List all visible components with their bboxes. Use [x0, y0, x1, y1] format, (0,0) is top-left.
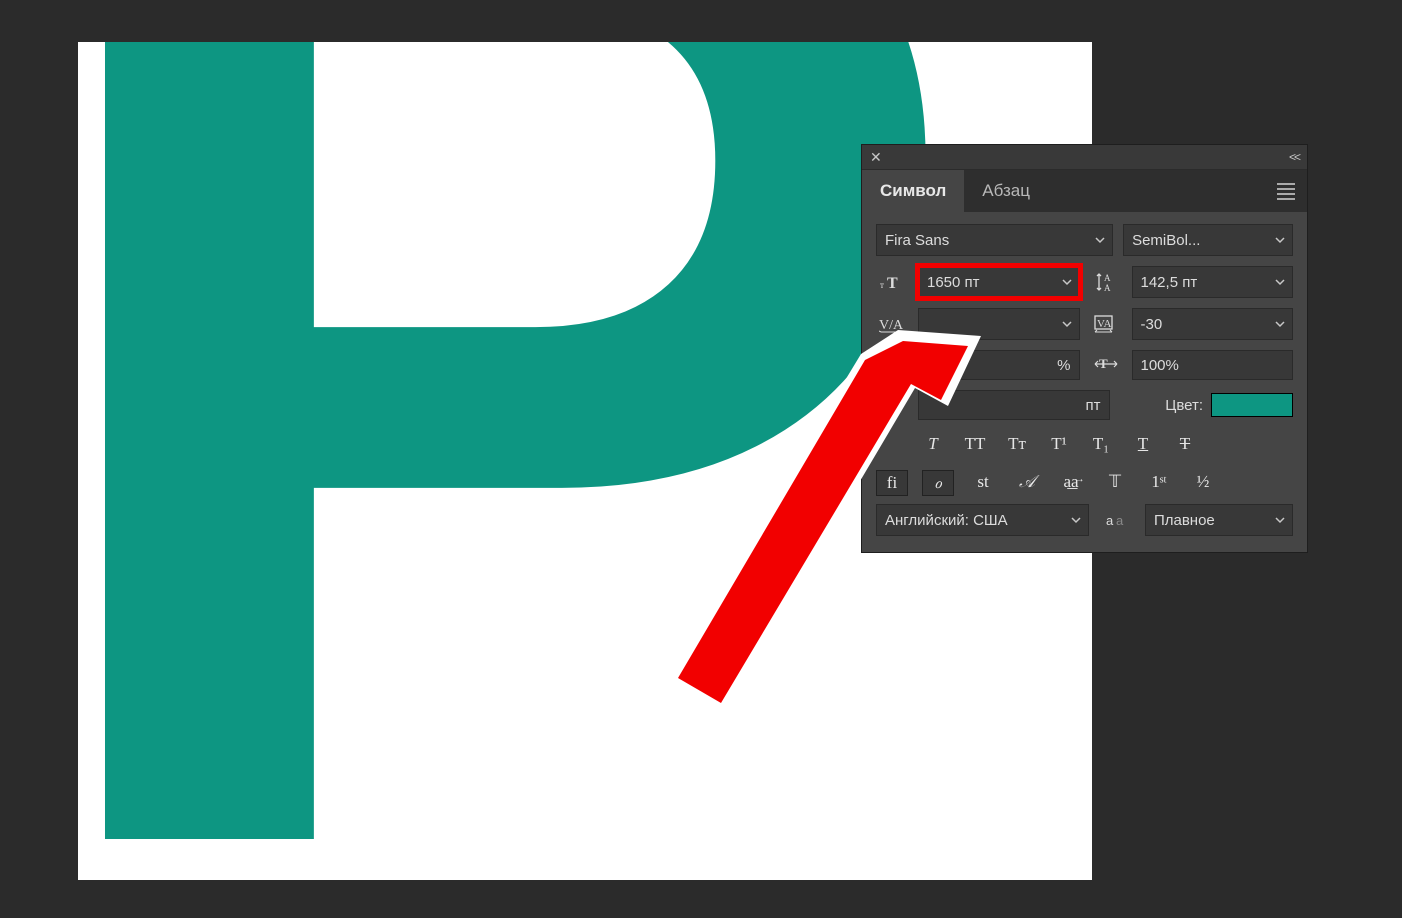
fractions-button[interactable]: ½: [1188, 470, 1218, 494]
chevron-down-icon[interactable]: [1268, 505, 1292, 535]
panel-body: Fira Sans SemiBol... тT 1650 пт AA 142,5…: [862, 212, 1307, 552]
chevron-down-icon[interactable]: [1055, 267, 1079, 297]
swash-button[interactable]: ℴ: [922, 470, 954, 496]
font-size-input[interactable]: 1650 пт: [918, 266, 1080, 298]
superscript-button[interactable]: T¹: [1044, 432, 1074, 456]
tab-character[interactable]: Символ: [862, 170, 964, 212]
subscript-button[interactable]: T₁: [1086, 432, 1116, 456]
svg-text:A: A: [1104, 283, 1111, 293]
titling-button[interactable]: 𝕋: [1100, 470, 1130, 494]
panel-header: ✕ <<: [862, 145, 1307, 170]
large-letter-p: P: [78, 42, 975, 880]
font-style-select[interactable]: SemiBol...: [1123, 224, 1293, 256]
all-caps-button[interactable]: TT: [960, 432, 990, 456]
chevron-down-icon[interactable]: [1268, 225, 1292, 255]
svg-text:A: A: [1104, 273, 1111, 283]
strikethrough-button[interactable]: T: [1170, 432, 1200, 456]
underline-button[interactable]: T: [1128, 432, 1158, 456]
font-size-icon: тT: [876, 267, 908, 297]
italic-button[interactable]: T: [918, 432, 948, 456]
chevron-down-icon[interactable]: [1064, 505, 1088, 535]
leading-icon: AA: [1090, 267, 1122, 297]
leading-input[interactable]: 142,5 пт: [1132, 266, 1294, 298]
tracking-input[interactable]: -30: [1132, 308, 1294, 340]
panel-menu-icon[interactable]: [1277, 183, 1295, 200]
text-color-swatch[interactable]: [1211, 393, 1293, 417]
chevron-down-icon[interactable]: [1055, 309, 1079, 339]
discretionary-lig-button[interactable]: st: [968, 470, 998, 494]
vertical-scale-input[interactable]: %: [918, 350, 1080, 380]
svg-text:VA: VA: [1097, 318, 1112, 330]
font-family-select[interactable]: Fira Sans: [876, 224, 1113, 256]
antialias-icon: aa: [1101, 505, 1133, 535]
contextual-alt-button[interactable]: a͟a→: [1056, 470, 1086, 494]
ligatures-button[interactable]: fi: [876, 470, 908, 496]
stylistic-alt-button[interactable]: 𝒜: [1012, 470, 1042, 494]
svg-text:T: T: [887, 275, 898, 292]
antialias-select[interactable]: Плавное: [1145, 504, 1293, 536]
character-panel: ✕ << Символ Абзац Fira Sans SemiBol... т…: [862, 145, 1307, 552]
panel-tabs: Символ Абзац: [862, 170, 1307, 212]
chevron-down-icon[interactable]: [1268, 267, 1292, 297]
language-select[interactable]: Английский: США: [876, 504, 1089, 536]
hscale-icon: T: [1090, 350, 1122, 380]
chevron-down-icon[interactable]: [1088, 225, 1112, 255]
svg-text:a: a: [1116, 513, 1124, 528]
tab-paragraph[interactable]: Абзац: [964, 170, 1048, 212]
svg-text:a: a: [1106, 513, 1114, 528]
horizontal-scale-input[interactable]: 100%: [1132, 350, 1294, 380]
kerning-input[interactable]: [918, 308, 1080, 340]
svg-text:V/A: V/A: [879, 318, 904, 333]
close-icon[interactable]: ✕: [870, 149, 882, 166]
tracking-icon: VA: [1090, 309, 1122, 339]
collapse-icon[interactable]: <<: [1289, 150, 1299, 164]
small-caps-button[interactable]: Tᴛ: [1002, 432, 1032, 456]
svg-text:т: т: [880, 280, 884, 290]
opentype-row: fi ℴ st 𝒜 a͟a→ 𝕋 1ˢᵗ ½: [876, 470, 1293, 496]
text-style-row: T T TT Tᴛ T¹ T₁ T T: [876, 432, 1293, 456]
color-label: Цвет:: [1165, 397, 1203, 414]
ordinals-button[interactable]: 1ˢᵗ: [1144, 470, 1174, 494]
kerning-icon: V/A: [876, 309, 908, 339]
chevron-down-icon[interactable]: [1268, 309, 1292, 339]
baseline-shift-input[interactable]: пт: [918, 390, 1110, 420]
